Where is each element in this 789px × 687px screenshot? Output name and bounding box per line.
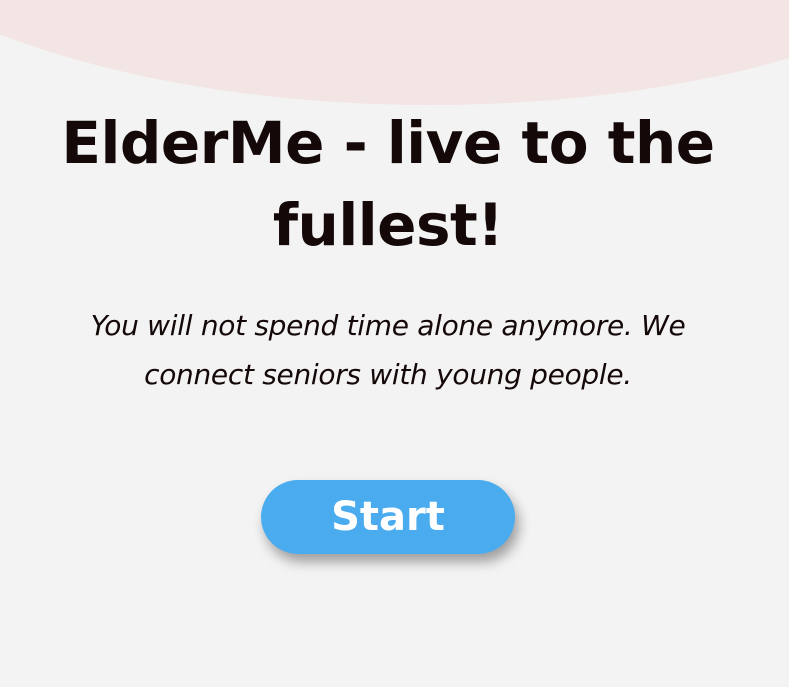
page-title: ElderMe - live to the fullest! xyxy=(61,109,715,259)
page-subtitle: You will not spend time alone anymore. W… xyxy=(90,309,686,391)
landing-page: ElderMe - live to the fullest! You will … xyxy=(0,0,789,687)
start-button[interactable]: Start xyxy=(261,480,515,554)
hero-section: ElderMe - live to the fullest! You will … xyxy=(0,0,789,687)
